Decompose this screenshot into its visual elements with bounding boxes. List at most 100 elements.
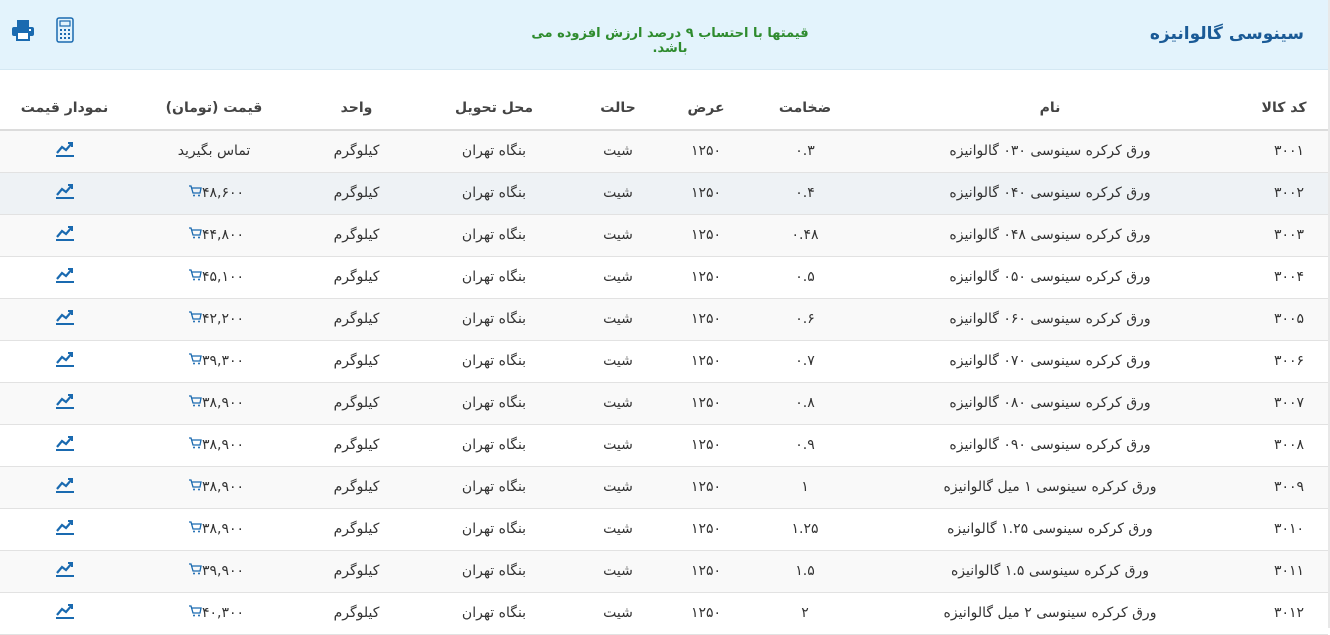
- price-chart-icon[interactable]: [55, 309, 75, 329]
- cell-unit: کیلوگرم: [299, 130, 414, 173]
- price-value: تماس بگیرید: [177, 143, 251, 160]
- cell-thickness: ۱.۵: [750, 550, 860, 593]
- cell-unit: کیلوگرم: [299, 466, 414, 509]
- cart-icon[interactable]: [188, 311, 202, 327]
- cell-chart: [0, 508, 129, 551]
- cell-delivery: بنگاه تهران: [414, 382, 574, 425]
- col-header-code[interactable]: کد کالا: [1240, 86, 1328, 131]
- cell-code: ۳۰۱۰: [1240, 508, 1328, 551]
- cart-icon[interactable]: [188, 563, 202, 579]
- cell-width: ۱۲۵۰: [662, 508, 750, 551]
- cell-width: ۱۲۵۰: [662, 466, 750, 509]
- cart-icon[interactable]: [188, 269, 202, 285]
- price-value: ۳۹,۹۰۰: [201, 563, 245, 579]
- cell-code: ۳۰۰۵: [1240, 298, 1328, 341]
- cell-unit: کیلوگرم: [299, 214, 414, 257]
- price-chart-icon[interactable]: [55, 603, 75, 623]
- cell-state: شیت: [574, 214, 662, 257]
- cell-unit: کیلوگرم: [299, 424, 414, 467]
- cell-state: شیت: [574, 340, 662, 383]
- cell-state: شیت: [574, 466, 662, 509]
- price-value: ۳۸,۹۰۰: [201, 395, 245, 411]
- cart-icon[interactable]: [188, 479, 202, 495]
- cell-code: ۳۰۰۶: [1240, 340, 1328, 383]
- cell-name: ورق کرکره سینوسی ۰۵۰ گالوانیزه: [860, 256, 1240, 299]
- price-chart-icon[interactable]: [55, 393, 75, 413]
- price-chart-icon[interactable]: [55, 477, 75, 497]
- price-chart-icon[interactable]: [55, 183, 75, 203]
- cell-chart: [0, 256, 129, 299]
- cell-width: ۱۲۵۰: [662, 550, 750, 593]
- cell-name: ورق کرکره سینوسی ۰۳۰ گالوانیزه: [860, 130, 1240, 173]
- cart-icon[interactable]: [188, 605, 202, 621]
- price-chart-icon[interactable]: [55, 267, 75, 287]
- col-header-unit[interactable]: واحد: [299, 86, 414, 131]
- cell-name: ورق کرکره سینوسی ۱.۲۵ گالوانیزه: [860, 508, 1240, 551]
- calculator-button[interactable]: [52, 16, 78, 44]
- print-button[interactable]: [10, 16, 36, 44]
- col-header-price[interactable]: قیمت (تومان): [129, 86, 299, 131]
- cell-state: شیت: [574, 550, 662, 593]
- cell-name: ورق کرکره سینوسی ۰۴۸ گالوانیزه: [860, 214, 1240, 257]
- price-table: کد کالا نام ضخامت عرض حالت محل تحویل واح…: [0, 86, 1328, 635]
- table-row: ۳۰۰۳ ورق کرکره سینوسی ۰۴۸ گالوانیزه ۰.۴۸ ۱۲…: [0, 214, 1328, 257]
- cart-icon[interactable]: [188, 353, 202, 369]
- cell-thickness: ۱.۲۵: [750, 508, 860, 551]
- col-header-thickness[interactable]: ضخامت: [750, 86, 860, 131]
- cell-code: ۳۰۰۳: [1240, 214, 1328, 257]
- cell-delivery: بنگاه تهران: [414, 550, 574, 593]
- cell-price: ۳۸,۹۰۰: [129, 382, 299, 425]
- cell-chart: [0, 298, 129, 341]
- price-chart-icon[interactable]: [55, 561, 75, 581]
- cell-delivery: بنگاه تهران: [414, 298, 574, 341]
- price-value: ۳۸,۹۰۰: [201, 437, 245, 453]
- cell-unit: کیلوگرم: [299, 256, 414, 299]
- price-chart-icon[interactable]: [55, 225, 75, 245]
- cell-delivery: بنگاه تهران: [414, 172, 574, 215]
- cart-icon[interactable]: [188, 521, 202, 537]
- price-chart-icon[interactable]: [55, 435, 75, 455]
- cell-thickness: ۰.۴: [750, 172, 860, 215]
- printer-icon: [12, 20, 34, 41]
- col-header-chart[interactable]: نمودار قیمت: [0, 86, 129, 131]
- table-header-row: کد کالا نام ضخامت عرض حالت محل تحویل واح…: [0, 86, 1328, 131]
- col-header-width[interactable]: عرض: [662, 86, 750, 131]
- table-row: ۳۰۰۷ ورق کرکره سینوسی ۰۸۰ گالوانیزه ۰.۸ ۱۲۵…: [0, 382, 1328, 425]
- price-value: ۴۵,۱۰۰: [201, 269, 245, 285]
- col-header-name[interactable]: نام: [860, 86, 1240, 131]
- cell-chart: [0, 172, 129, 215]
- cart-icon[interactable]: [188, 395, 202, 411]
- cell-chart: [0, 424, 129, 467]
- cell-price: ۴۴,۸۰۰: [129, 214, 299, 257]
- price-chart-icon[interactable]: [55, 351, 75, 371]
- cart-icon[interactable]: [188, 227, 202, 243]
- col-header-delivery[interactable]: محل تحویل: [414, 86, 574, 131]
- cell-width: ۱۲۵۰: [662, 340, 750, 383]
- price-chart-icon[interactable]: [55, 141, 75, 161]
- cell-unit: کیلوگرم: [299, 550, 414, 593]
- table-row: ۳۰۰۸ ورق کرکره سینوسی ۰۹۰ گالوانیزه ۰.۹ ۱۲۵…: [0, 424, 1328, 467]
- cell-width: ۱۲۵۰: [662, 214, 750, 257]
- cell-width: ۱۲۵۰: [662, 256, 750, 299]
- table-row: ۳۰۱۰ ورق کرکره سینوسی ۱.۲۵ گالوانیزه ۱.۲۵ ۱…: [0, 508, 1328, 551]
- cell-state: شیت: [574, 508, 662, 551]
- cell-unit: کیلوگرم: [299, 172, 414, 215]
- calculator-icon: [56, 17, 74, 43]
- cell-code: ۳۰۰۱: [1240, 130, 1328, 173]
- cell-chart: [0, 340, 129, 383]
- price-chart-icon[interactable]: [55, 519, 75, 539]
- page-title: سینوسی گالوانیزه: [1149, 24, 1304, 44]
- col-header-state[interactable]: حالت: [574, 86, 662, 131]
- cell-delivery: بنگاه تهران: [414, 424, 574, 467]
- cell-code: ۳۰۰۲: [1240, 172, 1328, 215]
- cell-price: ۳۸,۹۰۰: [129, 466, 299, 509]
- table-row: ۳۰۱۱ ورق کرکره سینوسی ۱.۵ گالوانیزه ۱.۵ ۱۲۵…: [0, 550, 1328, 593]
- cell-delivery: بنگاه تهران: [414, 508, 574, 551]
- cart-icon[interactable]: [188, 437, 202, 453]
- cell-chart: [0, 550, 129, 593]
- price-value: ۴۲,۲۰۰: [201, 311, 245, 327]
- cell-name: ورق کرکره سینوسی ۱ میل گالوانیزه: [860, 466, 1240, 509]
- table-body: ۳۰۰۱ ورق کرکره سینوسی ۰۳۰ گالوانیزه ۰.۳ ۱۲۵…: [0, 130, 1328, 635]
- cell-thickness: ۱: [750, 466, 860, 509]
- cart-icon[interactable]: [188, 185, 202, 201]
